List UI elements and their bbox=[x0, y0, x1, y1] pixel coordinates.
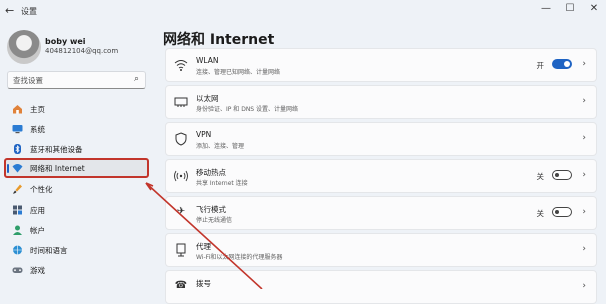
apps-icon bbox=[13, 205, 22, 215]
hotspot-icon bbox=[174, 169, 188, 183]
dial-up-card[interactable]: ☎ 拨号 › bbox=[165, 270, 597, 304]
monitor-icon bbox=[12, 125, 23, 134]
shield-icon bbox=[174, 132, 188, 146]
sidebar-item-gaming[interactable]: 游戏 bbox=[4, 260, 149, 280]
airplane-icon: ✈ bbox=[176, 206, 186, 217]
sidebar-item-network[interactable]: 网络和 Internet bbox=[4, 158, 149, 178]
card-title: 飞行模式 bbox=[196, 205, 226, 214]
profile-email: 404812104@qq.com bbox=[45, 47, 119, 55]
mobile-hotspot-card[interactable]: 移动热点 共享 Internet 连接 关 › bbox=[165, 159, 597, 193]
sidebar-item-label: 网络和 Internet bbox=[30, 164, 85, 173]
wlan-toggle[interactable] bbox=[552, 59, 572, 69]
search-placeholder: 查找设置 bbox=[13, 76, 43, 85]
sidebar-item-label: 时间和语言 bbox=[30, 246, 68, 255]
card-description: 添加、连接、管理 bbox=[196, 143, 245, 150]
search-input[interactable]: 查找设置 ⌕ bbox=[7, 71, 146, 89]
chevron-right-icon: › bbox=[582, 281, 586, 291]
chevron-right-icon: › bbox=[582, 59, 586, 69]
sidebar-item-system[interactable]: 系统 bbox=[4, 119, 149, 139]
profile-name: boby wei bbox=[45, 37, 86, 46]
hotspot-toggle[interactable] bbox=[552, 170, 572, 180]
wifi-icon bbox=[12, 164, 23, 173]
chevron-right-icon: › bbox=[582, 96, 586, 106]
sidebar-item-label: 帐户 bbox=[30, 226, 45, 235]
close-button[interactable]: ✕ bbox=[586, 3, 602, 14]
sidebar-item-label: 系统 bbox=[30, 125, 45, 134]
sidebar-item-time-language[interactable]: 时间和语言 bbox=[4, 240, 149, 260]
active-indicator bbox=[7, 164, 9, 173]
card-description: 连接、管理已知网络、计量网络 bbox=[196, 69, 281, 76]
ethernet-card[interactable]: 以太网 身份验证、IP 和 DNS 设置、计量网络 › bbox=[165, 85, 597, 119]
minimize-button[interactable]: — bbox=[538, 3, 554, 14]
toggle-state-label: 开 bbox=[536, 61, 545, 70]
card-title: VPN bbox=[196, 130, 212, 139]
card-title: 以太网 bbox=[196, 94, 219, 103]
sidebar-item-label: 蓝牙和其他设备 bbox=[30, 145, 83, 154]
sidebar-item-apps[interactable]: 应用 bbox=[4, 200, 149, 220]
ethernet-icon bbox=[174, 95, 188, 109]
card-description: 共享 Internet 连接 bbox=[196, 180, 248, 187]
wifi-icon bbox=[174, 58, 188, 72]
airplane-mode-card[interactable]: ✈ 飞行模式 停止无线通信 关 › bbox=[165, 196, 597, 230]
app-title: 设置 bbox=[21, 7, 37, 16]
card-description: Wi-Fi和以太网连接的代理服务器 bbox=[196, 254, 283, 261]
wlan-card[interactable]: WLAN 连接、管理已知网络、计量网络 开 › bbox=[165, 48, 597, 82]
page-title: 网络和 Internet bbox=[163, 32, 275, 48]
title-bar: ← 设置 — ☐ ✕ bbox=[0, 0, 606, 24]
back-arrow-icon[interactable]: ← bbox=[5, 4, 14, 17]
sidebar-item-home[interactable]: 主页 bbox=[4, 99, 149, 119]
globe-clock-icon bbox=[13, 245, 22, 255]
search-icon[interactable]: ⌕ bbox=[134, 74, 139, 84]
phone-icon: ☎ bbox=[174, 280, 188, 291]
sidebar-item-label: 主页 bbox=[30, 105, 45, 114]
sidebar-item-label: 应用 bbox=[30, 206, 45, 215]
card-title: WLAN bbox=[196, 56, 219, 65]
airplane-toggle[interactable] bbox=[552, 207, 572, 217]
card-title: 代理 bbox=[196, 242, 211, 251]
card-title: 移动热点 bbox=[196, 168, 226, 177]
chevron-right-icon: › bbox=[582, 133, 586, 143]
avatar[interactable] bbox=[7, 30, 41, 64]
sidebar-item-bluetooth[interactable]: 蓝牙和其他设备 bbox=[4, 139, 149, 159]
proxy-card[interactable]: 代理 Wi-Fi和以太网连接的代理服务器 › bbox=[165, 233, 597, 267]
card-title: 拨号 bbox=[196, 279, 211, 288]
card-description: 停止无线通信 bbox=[196, 217, 233, 224]
maximize-button[interactable]: ☐ bbox=[562, 3, 578, 14]
chevron-right-icon: › bbox=[582, 207, 586, 217]
card-description: 身份验证、IP 和 DNS 设置、计量网络 bbox=[196, 106, 299, 113]
brush-icon bbox=[13, 184, 22, 194]
sidebar-item-label: 游戏 bbox=[30, 266, 45, 275]
chevron-right-icon: › bbox=[582, 244, 586, 254]
bluetooth-icon bbox=[14, 144, 21, 154]
toggle-state-label: 关 bbox=[536, 209, 545, 218]
toggle-state-label: 关 bbox=[536, 172, 545, 181]
chevron-right-icon: › bbox=[582, 170, 586, 180]
gamepad-icon bbox=[12, 267, 23, 273]
account-icon bbox=[13, 225, 22, 235]
home-icon bbox=[13, 105, 22, 114]
sidebar-item-accounts[interactable]: 帐户 bbox=[4, 220, 149, 240]
sidebar-item-label: 个性化 bbox=[30, 185, 53, 194]
proxy-icon bbox=[174, 243, 188, 257]
vpn-card[interactable]: VPN 添加、连接、管理 › bbox=[165, 122, 597, 156]
sidebar-item-personalization[interactable]: 个性化 bbox=[4, 179, 149, 199]
